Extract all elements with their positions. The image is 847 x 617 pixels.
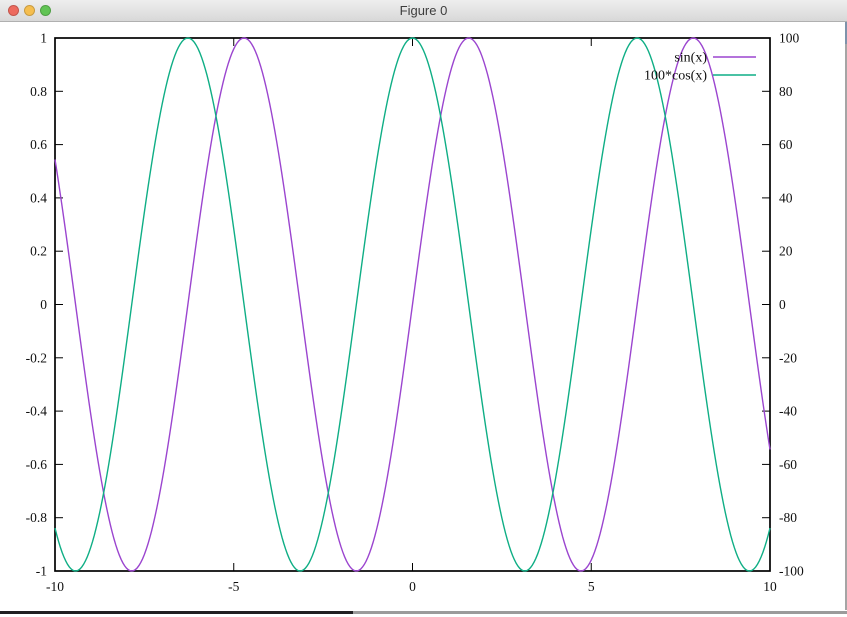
y-right-tick-label: -80	[779, 510, 797, 525]
y-right-tick-label: -20	[779, 350, 797, 365]
figure-window: Figure 0 1 0.8 0.6 0.4 0.2 0 -0.2 -0.4 -0.6 -0.8 -…	[0, 0, 847, 617]
legend: sin(x) 100*cos(x)	[644, 51, 756, 84]
x-tick-label: -5	[228, 579, 239, 594]
y-left-tick-label: 0	[40, 297, 47, 312]
y-right-tick-label: 40	[779, 190, 793, 205]
x-tick-label: -10	[46, 579, 64, 594]
titlebar[interactable]: Figure 0	[0, 0, 847, 22]
y-right-tick-label: -40	[779, 404, 797, 419]
legend-label: 100*cos(x)	[644, 69, 707, 84]
y-left-tick-label: -0.8	[26, 510, 48, 525]
legend-label: sin(x)	[674, 51, 707, 66]
y-right-tick-label: -60	[779, 457, 797, 472]
y-left-tick-label: -0.6	[26, 457, 48, 472]
y-right-tick-label: -100	[779, 564, 804, 579]
y-right-tick-label: 80	[779, 84, 793, 99]
x-tick-label: 0	[409, 579, 416, 594]
y-right-tick-label: 0	[779, 297, 786, 312]
y-right-tick-label: 20	[779, 244, 793, 259]
y-right-tick-label: 100	[779, 31, 800, 46]
window-title: Figure 0	[0, 0, 847, 22]
window-bottom-shadow	[353, 611, 847, 614]
y-left-tick-label: 1	[40, 31, 47, 46]
y-left-tick-label: -1	[36, 564, 47, 579]
curve-sin	[55, 38, 770, 571]
y-left-tick-label: 0.4	[30, 190, 47, 205]
y-left-tick-label: 0.2	[30, 244, 47, 259]
y-left-tick-label: -0.2	[26, 350, 47, 365]
y-right-tick-label: 60	[779, 137, 793, 152]
x-tick-label: 5	[588, 579, 595, 594]
x-tick-label: 10	[763, 579, 777, 594]
background-window-edge	[0, 611, 353, 614]
y-left-tick-label: 0.6	[30, 137, 47, 152]
plot-svg: 10.80.60.40.20-0.2-0.4-0.6-0.8-110080604…	[0, 22, 847, 610]
y-left-tick-label: -0.4	[26, 404, 48, 419]
axis-tick-labels: 10.80.60.40.20-0.2-0.4-0.6-0.8-110080604…	[26, 31, 804, 595]
y-left-tick-label: 0.8	[30, 84, 47, 99]
